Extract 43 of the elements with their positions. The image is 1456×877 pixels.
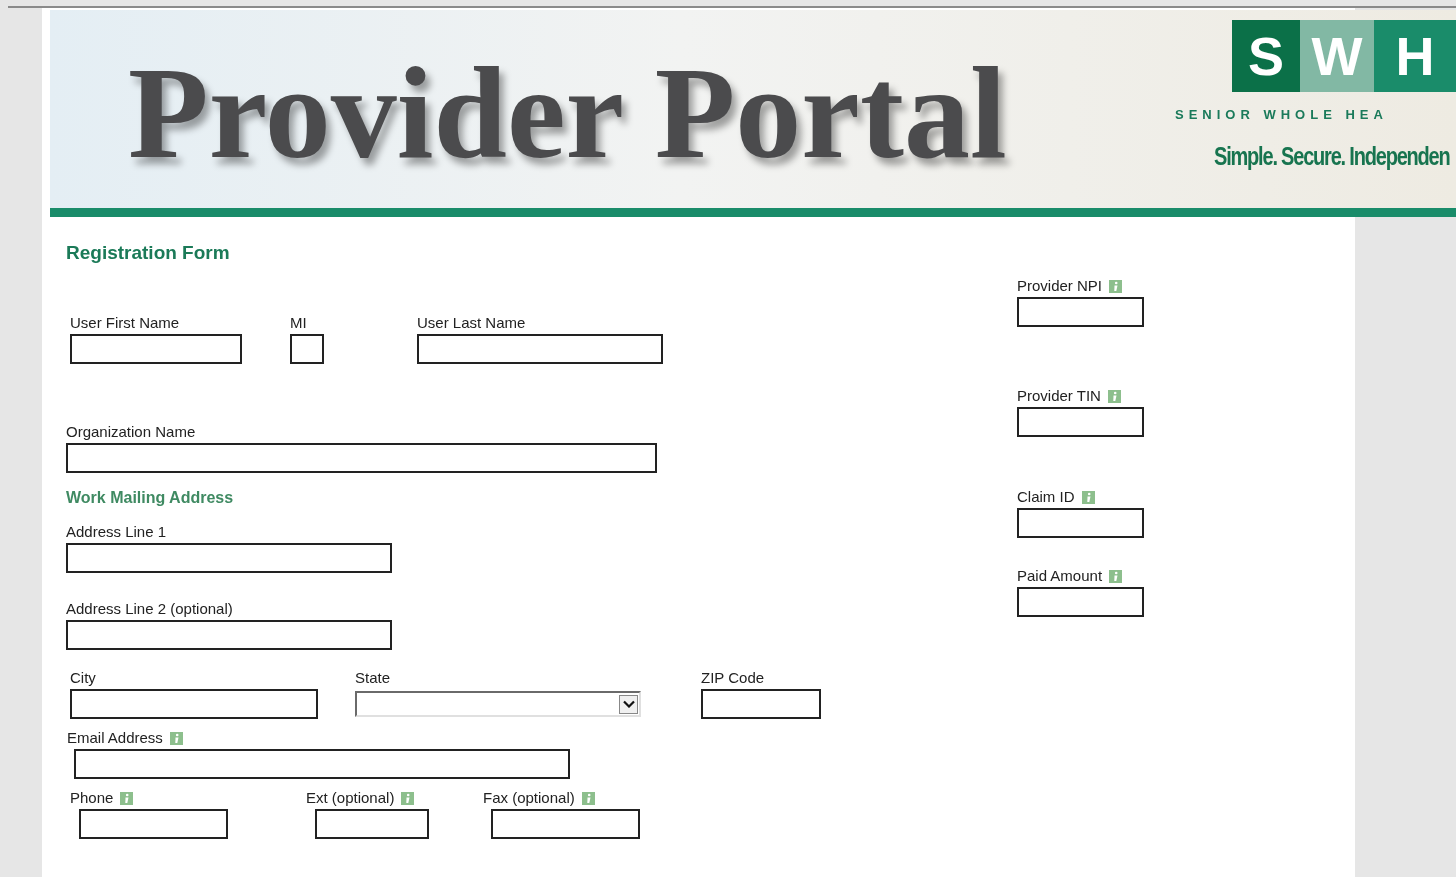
text-field[interactable] [66,543,392,573]
text-field[interactable] [1017,587,1144,617]
field-label: City [70,668,96,688]
text-field[interactable] [66,620,392,650]
text-field[interactable] [70,334,242,364]
text-field[interactable] [417,334,663,364]
field-label: State [355,668,391,688]
portal-title: Provider Portal [128,38,1007,188]
field-label: ZIP Code [701,668,765,688]
field-label: Fax (optional) [483,788,575,808]
field-label: Paid Amount [1017,566,1103,586]
field-label: User First Name [70,313,180,333]
text-field[interactable] [491,809,640,839]
field-label: Provider TIN [1017,386,1101,406]
field-label: Claim ID [1017,487,1075,507]
field-label: Address Line 2 (optional) [66,599,233,619]
logo-letter: H [1374,20,1456,92]
chevron-down-icon [622,700,635,708]
text-field[interactable] [1017,508,1144,538]
field-label: Email Address [67,728,163,748]
text-field[interactable] [74,749,570,779]
field-label: Ext (optional) [306,788,395,808]
text-field[interactable] [79,809,228,839]
text-field[interactable] [290,334,324,364]
tagline: Simple. Secure. Independen [1214,141,1450,172]
text-field[interactable] [66,443,657,473]
logo-letter: W [1300,20,1374,92]
field-label: Address Line 1 [66,522,167,542]
form-title: Registration Form [66,241,231,265]
text-field[interactable] [70,689,318,719]
field-label: Provider NPI [1017,276,1103,296]
text-field[interactable] [701,689,821,719]
section-heading: Work Mailing Address [66,488,235,508]
field-label: Organization Name [66,422,196,442]
field-label: Phone [70,788,114,808]
logo-letter: S [1232,20,1300,92]
field-label: User Last Name [417,313,526,333]
text-field[interactable] [315,809,429,839]
text-field[interactable] [1017,407,1144,437]
field-label: MI [290,313,307,333]
state-dropdown[interactable] [355,691,641,717]
text-field[interactable] [1017,297,1144,327]
logo-subtitle: SENIOR WHOLE HEA [1175,106,1388,124]
